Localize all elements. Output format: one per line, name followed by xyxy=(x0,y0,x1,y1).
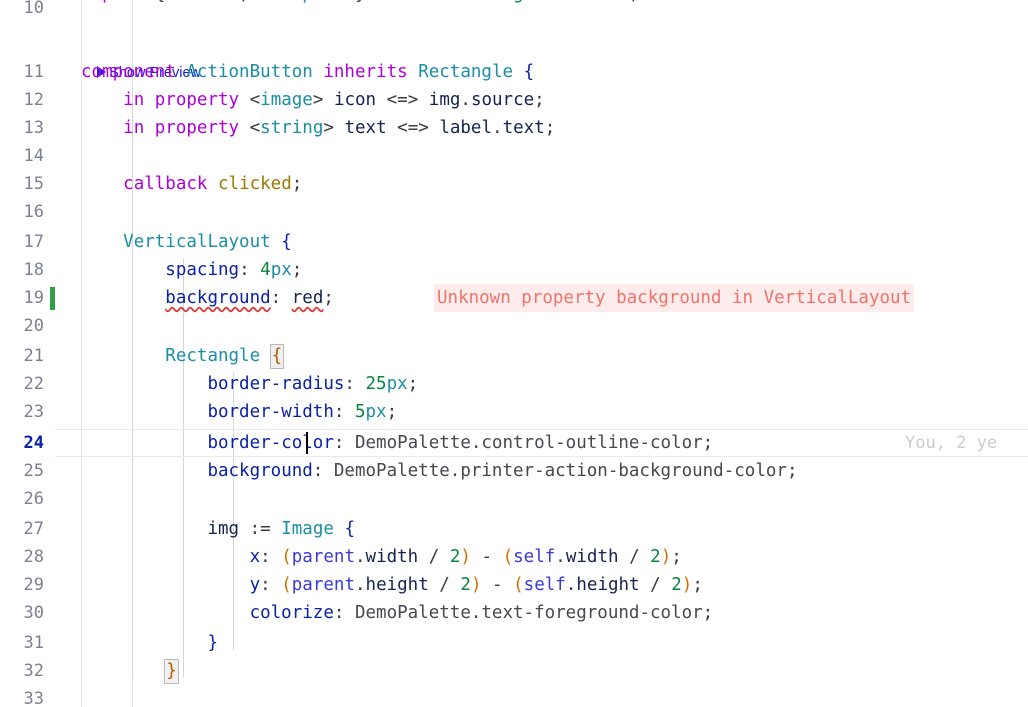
code-row[interactable]: 12 in property <image> icon <=> img.sour… xyxy=(0,86,1028,114)
line-number: 29 xyxy=(0,571,44,599)
code-row[interactable]: 30 colorize: DemoPalette.text-foreground… xyxy=(0,599,1028,627)
code-line-text: in property <image> icon <=> img.source; xyxy=(81,86,545,114)
code-line-text: spacing: 4px; xyxy=(81,256,302,284)
line-number: 12 xyxy=(0,86,44,114)
bracket-match-open: { xyxy=(270,344,285,369)
bracket-match-close: } xyxy=(164,659,179,684)
code-row[interactable]: 29 y: (parent.height / 2) - (self.height… xyxy=(0,571,1028,599)
code-row[interactable]: 31 } xyxy=(0,629,1028,657)
line-number: 28 xyxy=(0,543,44,571)
code-row[interactable]: 32 } xyxy=(0,657,1028,685)
code-row[interactable]: 17 VerticalLayout { xyxy=(0,228,1028,256)
line-number: 17 xyxy=(0,228,44,256)
line-number-active: 24 xyxy=(0,429,44,457)
code-line-text: in property <string> text <=> label.text… xyxy=(81,114,555,142)
code-line-text: x: (parent.width / 2) - (self.width / 2)… xyxy=(81,543,682,571)
code-line-text: Rectangle { xyxy=(81,342,283,370)
line-number: 33 xyxy=(0,685,44,707)
code-lens-show-preview[interactable]: Show Preview xyxy=(81,34,201,60)
code-row[interactable]: 11 component ActionButton inherits Recta… xyxy=(0,58,1028,86)
line-number: 25 xyxy=(0,457,44,485)
code-row[interactable]: 10 xyxy=(0,0,1028,22)
code-row[interactable]: 13 in property <string> text <=> label.t… xyxy=(0,114,1028,142)
code-row[interactable]: 15 callback clicked; xyxy=(0,170,1028,198)
code-line-text: VerticalLayout { xyxy=(81,228,292,256)
code-row[interactable]: 16 xyxy=(0,198,1028,226)
code-line-text: y: (parent.height / 2) - (self.height / … xyxy=(81,571,703,599)
code-row[interactable]: 19 background: red; Unknown property bac… xyxy=(0,284,1028,312)
line-number: 14 xyxy=(0,142,44,170)
code-row[interactable]: 18 spacing: 4px; xyxy=(0,256,1028,284)
line-number: 31 xyxy=(0,629,44,657)
code-row-active[interactable]: 24 border-color: DemoPalette.control-out… xyxy=(0,429,1028,457)
line-number: 27 xyxy=(0,515,44,543)
line-number: 11 xyxy=(0,58,44,86)
code-line-text: background: red; xyxy=(81,284,334,312)
line-number: 19 xyxy=(0,284,44,312)
code-row[interactable]: 33 xyxy=(0,685,1028,707)
code-line-text: border-color: DemoPalette.control-outlin… xyxy=(81,429,713,457)
code-line-text: img := Image { xyxy=(81,515,355,543)
line-number: 20 xyxy=(0,312,44,340)
code-row[interactable]: 27 img := Image { xyxy=(0,515,1028,543)
code-line-text: border-radius: 25px; xyxy=(81,370,418,398)
code-row[interactable]: 26 xyxy=(0,485,1028,513)
code-row[interactable]: 20 xyxy=(0,312,1028,340)
line-number: 21 xyxy=(0,342,44,370)
code-line-text: component ActionButton inherits Rectangl… xyxy=(81,58,534,86)
code-row[interactable]: 22 border-radius: 25px; xyxy=(0,370,1028,398)
line-number: 10 xyxy=(0,0,44,22)
code-line-text: background: DemoPalette.printer-action-b… xyxy=(81,457,797,485)
inline-diagnostic-message: Unknown property background in VerticalL… xyxy=(434,284,914,312)
code-line-text: } xyxy=(81,629,218,657)
line-number: 26 xyxy=(0,485,44,513)
code-row[interactable]: 25 background: DemoPalette.printer-actio… xyxy=(0,457,1028,485)
line-number: 13 xyxy=(0,114,44,142)
line-number: 16 xyxy=(0,198,44,226)
code-line-text: colorize: DemoPalette.text-foreground-co… xyxy=(81,599,713,627)
line-number: 23 xyxy=(0,398,44,426)
git-blame-annotation: You, 2 ye xyxy=(905,429,997,457)
code-editor[interactable]: import { Slider, GroupBox } from "std-wi… xyxy=(0,0,1028,707)
code-row[interactable]: 14 xyxy=(0,142,1028,170)
line-number: 22 xyxy=(0,370,44,398)
code-line-text: } xyxy=(81,657,178,685)
code-row[interactable]: 21 Rectangle { xyxy=(0,342,1028,370)
git-change-indicator xyxy=(50,287,55,310)
line-number: 15 xyxy=(0,170,44,198)
line-number: 18 xyxy=(0,256,44,284)
line-number: 30 xyxy=(0,599,44,627)
line-number: 32 xyxy=(0,657,44,685)
text-caret xyxy=(306,432,308,454)
code-row[interactable]: 23 border-width: 5px; xyxy=(0,398,1028,426)
code-row[interactable]: 28 x: (parent.width / 2) - (self.width /… xyxy=(0,543,1028,571)
code-line-text: callback clicked; xyxy=(81,170,302,198)
code-line-text: border-width: 5px; xyxy=(81,398,397,426)
